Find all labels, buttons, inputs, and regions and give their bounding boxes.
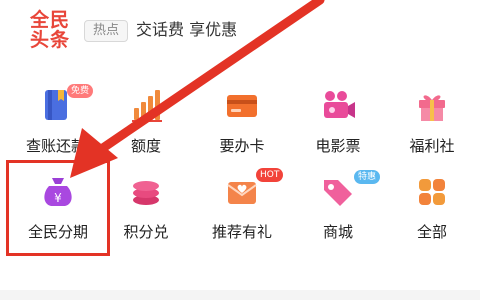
- logo-line1: 全民: [30, 9, 71, 31]
- grid-label-referral: 推荐有礼: [211, 223, 272, 241]
- grid-label-limit: 额度: [130, 137, 161, 155]
- grid-item-all[interactable]: 全部: [386, 172, 478, 252]
- card-icon: [222, 86, 262, 126]
- coin-stack-icon: [126, 172, 166, 212]
- grid-label-welfare: 福利社: [409, 137, 455, 155]
- all-squares-icon: [412, 172, 452, 212]
- grid-label-bill: 查账还款: [25, 137, 86, 155]
- grid-item-points[interactable]: 积分兑: [100, 172, 192, 252]
- bottom-card: [0, 290, 480, 300]
- grid-item-card[interactable]: 要办卡: [196, 86, 288, 166]
- hot-tag: 热点: [84, 20, 128, 42]
- grid-label-mall: 商城: [322, 223, 353, 241]
- grid-item-welfare[interactable]: 福利社: [386, 86, 478, 166]
- free-badge: 免费: [67, 84, 94, 98]
- bar-chart-icon: [126, 86, 166, 126]
- logo-line2: 头条: [30, 29, 71, 51]
- movie-camera-icon: [318, 86, 358, 126]
- headline-link[interactable]: 交话费 享优惠: [136, 18, 237, 42]
- grid-label-movie: 电影票: [315, 137, 361, 155]
- price-tag-icon: [318, 172, 358, 212]
- header-bar: 全民 头条 热点 交话费 享优惠: [0, 0, 480, 62]
- grid-item-referral[interactable]: HOT 推荐有礼: [196, 168, 288, 252]
- grid-item-bill[interactable]: 免费 查账还款: [10, 84, 102, 166]
- app-logo[interactable]: 全民 头条: [30, 10, 76, 50]
- gift-icon: [412, 86, 452, 126]
- special-badge: 特惠: [354, 170, 381, 184]
- grid-label-card: 要办卡: [219, 137, 265, 155]
- hot-badge: HOT: [256, 168, 284, 182]
- grid-item-mall[interactable]: 特惠 商城: [292, 170, 384, 252]
- grid-label-all: 全部: [416, 223, 447, 241]
- annotation-highlight-box: [6, 160, 110, 256]
- grid-label-points: 积分兑: [123, 223, 169, 241]
- grid-item-limit[interactable]: 额度: [100, 86, 192, 166]
- grid-item-movie[interactable]: 电影票: [292, 86, 384, 166]
